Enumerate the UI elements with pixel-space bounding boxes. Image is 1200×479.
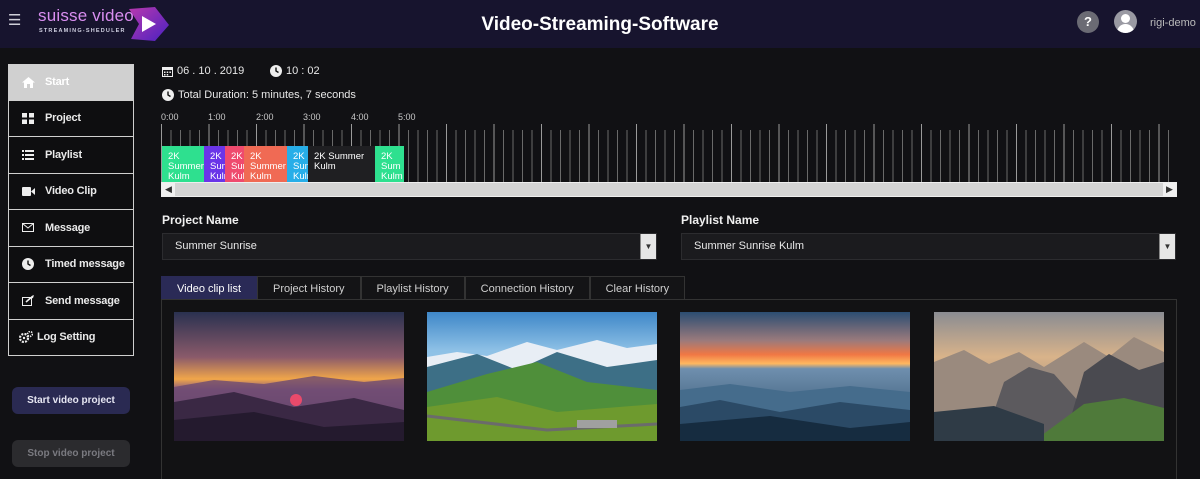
ruler-label: 3:00 — [303, 112, 321, 122]
clock-icon — [21, 258, 35, 271]
logo-text: suisse video — [38, 6, 134, 25]
play-logo-icon — [129, 7, 169, 41]
tab-connection-history[interactable]: Connection History — [464, 276, 590, 300]
ruler-label: 2:00 — [256, 112, 274, 122]
video-camera-icon — [21, 185, 35, 197]
sidebar-item-video-clip[interactable]: Video Clip — [8, 173, 134, 210]
sidebar-item-label: Video Clip — [45, 185, 97, 198]
timeline-clip[interactable]: 2K Sum Kulm — [287, 146, 308, 182]
list-icon — [21, 149, 35, 161]
sidebar-item-label: Message — [45, 221, 91, 234]
sidebar-item-label: Playlist — [45, 148, 82, 161]
timeline-scrollbar[interactable]: ◀ ▶ — [161, 182, 1177, 197]
tab-project-history[interactable]: Project History — [257, 276, 361, 300]
clock-icon — [270, 65, 282, 77]
ruler-label: 4:00 — [351, 112, 369, 122]
tab-clear-history[interactable]: Clear History — [589, 276, 686, 300]
chevron-down-icon[interactable]: ▼ — [640, 234, 656, 259]
sidebar-item-project[interactable]: Project — [8, 100, 134, 137]
calendar-icon — [162, 66, 173, 77]
video-thumbnail[interactable] — [174, 312, 404, 441]
video-thumbnail[interactable] — [680, 312, 910, 441]
ruler-label: 1:00 — [208, 112, 226, 122]
logo-subtext: STREAMING-SHEDULER — [39, 28, 126, 34]
ruler-label: 0:00 — [161, 112, 179, 122]
time-display: 10 : 02 — [270, 65, 320, 77]
total-duration-text: Total Duration: 5 minutes, 7 seconds — [178, 89, 356, 101]
playlist-name-value: Summer Sunrise Kulm — [694, 240, 805, 252]
clock-icon — [162, 89, 174, 101]
app-title: Video-Streaming-Software — [481, 14, 719, 35]
timeline-clip[interactable]: 2K Sum Kulm — [225, 146, 244, 182]
video-clip-list-panel — [161, 299, 1177, 479]
total-duration: Total Duration: 5 minutes, 7 seconds — [162, 89, 356, 101]
home-icon — [21, 76, 35, 88]
time-text: 10 : 02 — [286, 65, 320, 77]
sidebar-item-log-setting[interactable]: Log Setting — [8, 319, 134, 356]
sidebar: Start Project Playlist Video Clip Messag… — [8, 64, 134, 356]
chevron-down-icon[interactable]: ▼ — [1159, 234, 1175, 259]
scroll-left-arrow-icon[interactable]: ◀ — [162, 183, 175, 196]
username[interactable]: rigi-demo — [1150, 17, 1196, 29]
video-thumbnail[interactable] — [934, 312, 1164, 441]
timeline-clip[interactable]: 2K Summer Kulm — [162, 146, 204, 182]
tab-playlist-history[interactable]: Playlist History — [360, 276, 465, 300]
envelope-icon — [21, 222, 35, 234]
top-bar: ☰ suisse video STREAMING-SHEDULER Video-… — [0, 0, 1200, 48]
timeline-clip[interactable]: 2K Summer Kulm — [244, 146, 287, 182]
share-icon — [21, 295, 35, 307]
sidebar-item-start[interactable]: Start — [8, 64, 134, 101]
timeline-clip[interactable]: 2K Sum Kulm — [375, 146, 404, 182]
help-button[interactable]: ? — [1077, 11, 1099, 33]
timeline-clip[interactable]: 2K Sum Kulm — [204, 146, 225, 182]
hamburger-icon[interactable]: ☰ — [8, 12, 21, 30]
sidebar-item-label: Send message — [45, 294, 120, 307]
sidebar-item-label: Project — [45, 112, 81, 125]
tab-video-clip-list[interactable]: Video clip list — [161, 276, 257, 300]
ruler-label: 5:00 — [398, 112, 416, 122]
timeline[interactable]: 0:00 1:00 2:00 3:00 4:00 5:00 2K Summer … — [161, 110, 1177, 198]
playlist-name-select[interactable]: Summer Sunrise Kulm ▼ — [681, 233, 1176, 260]
sidebar-item-playlist[interactable]: Playlist — [8, 137, 134, 174]
project-name-label: Project Name — [162, 213, 239, 227]
scroll-right-arrow-icon[interactable]: ▶ — [1163, 183, 1176, 196]
sidebar-item-label: Start — [45, 76, 70, 89]
start-video-project-button[interactable]: Start video project — [12, 387, 130, 414]
date-display: 06 . 10 . 2019 — [162, 65, 244, 77]
sidebar-item-label: Log Setting — [37, 331, 96, 344]
sidebar-item-message[interactable]: Message — [8, 210, 134, 247]
logo[interactable]: suisse video STREAMING-SHEDULER — [38, 6, 134, 34]
stop-video-project-button[interactable]: Stop video project — [12, 440, 130, 467]
sidebar-item-label: Timed message — [45, 258, 125, 271]
sidebar-item-timed-message[interactable]: Timed message — [8, 246, 134, 283]
user-avatar-icon[interactable] — [1114, 10, 1137, 33]
playlist-name-label: Playlist Name — [681, 213, 760, 227]
timeline-clip[interactable]: 2K Summer Kulm — [308, 146, 375, 182]
history-tabs: Video clip list Project History Playlist… — [161, 276, 686, 300]
cogs-icon — [19, 331, 33, 344]
video-thumbnail[interactable] — [427, 312, 657, 441]
grid-icon — [21, 112, 35, 124]
date-text: 06 . 10 . 2019 — [177, 65, 245, 77]
project-name-select[interactable]: Summer Sunrise ▼ — [162, 233, 657, 260]
project-name-value: Summer Sunrise — [175, 240, 257, 252]
sidebar-item-send-message[interactable]: Send message — [8, 283, 134, 320]
